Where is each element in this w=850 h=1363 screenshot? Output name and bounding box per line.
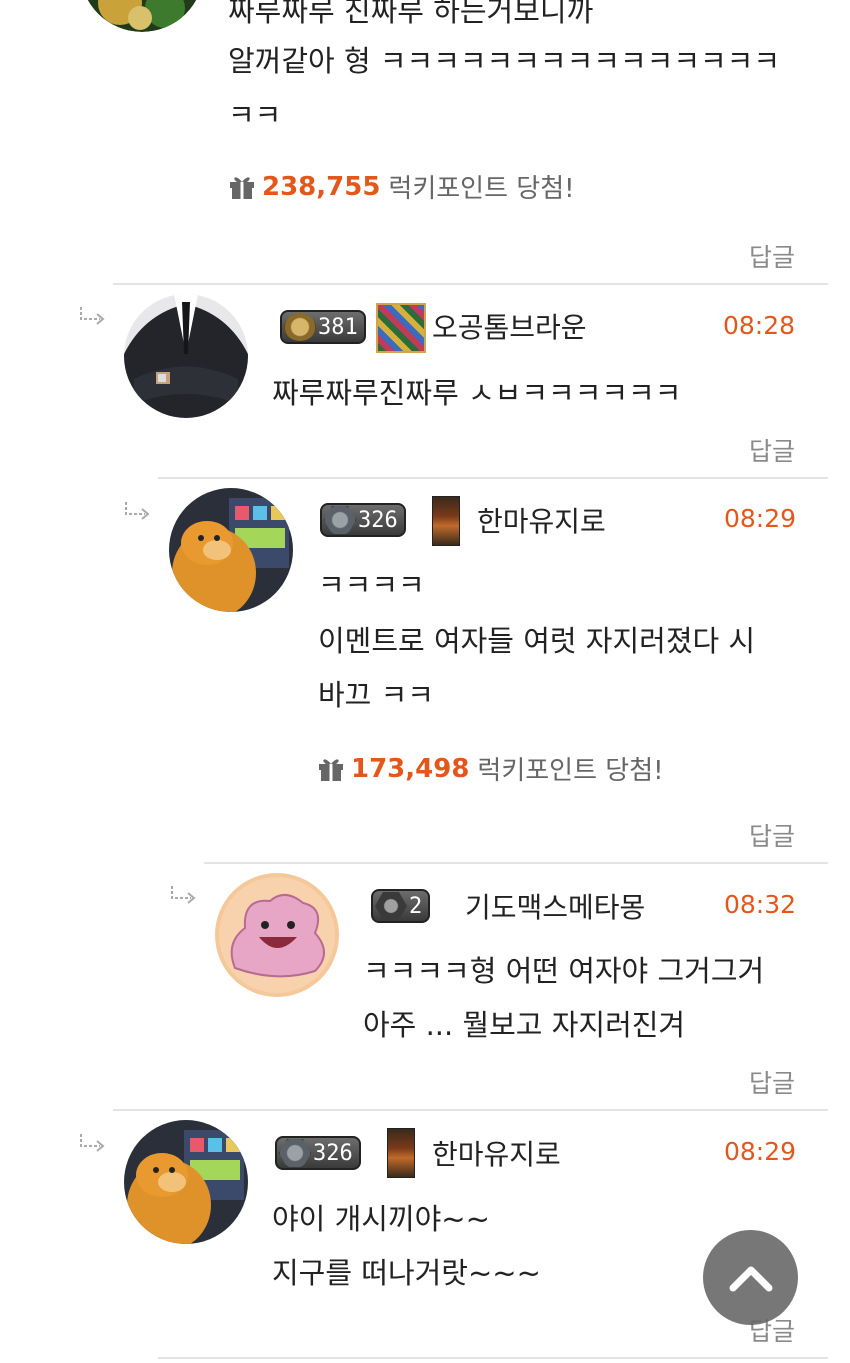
avatar[interactable]: [124, 1120, 248, 1244]
comment-text-line: 아주 ... 뭘보고 자지러진겨: [363, 1008, 686, 1042]
divider: [113, 283, 828, 285]
comment-text-line: 바끄 ㅋㅋ: [318, 678, 434, 712]
avatar[interactable]: [215, 873, 339, 997]
comment-text-line: 짜루짜루진짜루 ㅅㅂㅋㅋㅋㅋㅋㅋ: [272, 376, 682, 410]
avatar[interactable]: [124, 294, 248, 418]
reply-button[interactable]: 답글: [749, 817, 795, 853]
avatar[interactable]: [80, 0, 204, 32]
comment-text-line: ㅋㅋ: [228, 98, 282, 132]
username[interactable]: 한마유지로: [432, 1133, 561, 1173]
slot-machine-icon: [387, 1128, 415, 1178]
scroll-to-top-button[interactable]: [703, 1230, 798, 1325]
lucky-points-value: 173,498: [351, 753, 470, 784]
username[interactable]: 오공톰브라운: [432, 306, 587, 346]
medal-icon: [279, 1139, 311, 1167]
comment-text-line: 야이 개시끼야~~: [272, 1202, 490, 1236]
username[interactable]: 한마유지로: [477, 500, 606, 540]
timestamp: 08:28: [723, 311, 796, 340]
chevron-up-icon: [729, 1266, 772, 1291]
reply-arrow-icon: [78, 1132, 106, 1154]
timestamp: 08:32: [724, 890, 797, 919]
gift-icon: [319, 758, 343, 781]
comment-text-line: 지구를 떠나거랏~~~: [272, 1256, 541, 1290]
lucky-point-notice: 238,755 럭키포인트 당첨!: [228, 168, 575, 205]
reply-arrow-icon: [78, 305, 106, 327]
medal-icon: [324, 506, 356, 534]
level-badge: 381: [280, 310, 366, 344]
lucky-points-value: 238,755: [262, 171, 381, 202]
reply-button[interactable]: 답글: [749, 238, 795, 274]
lucky-point-notice: 173,498 럭키포인트 당첨!: [317, 750, 664, 787]
medal-icon: [375, 892, 407, 920]
reply-button[interactable]: 답글: [749, 432, 795, 468]
lucky-points-label: 럭키포인트 당첨!: [388, 174, 575, 204]
reply-button[interactable]: 답글: [749, 1064, 795, 1100]
divider: [158, 1357, 828, 1359]
timestamp: 08:29: [724, 504, 797, 533]
comment-text-line: 짜루짜루 진짜루 하는거보니까: [228, 0, 594, 28]
gift-icon: [230, 176, 254, 199]
reply-arrow-icon: [169, 884, 197, 906]
level-badge: 2: [371, 889, 431, 923]
divider: [158, 477, 828, 479]
medal-icon: [284, 313, 316, 341]
comment-text-line: ㅋㅋㅋㅋ: [318, 568, 425, 602]
comment-text-line: ㅋㅋㅋㅋ형 어떤 여자야 그거그거: [363, 954, 765, 988]
reply-arrow-icon: [123, 500, 151, 522]
timestamp: 08:29: [724, 1137, 797, 1166]
username[interactable]: 기도맥스메타몽: [465, 886, 645, 926]
level-badge: 326: [320, 503, 406, 537]
avatar[interactable]: [169, 488, 293, 612]
divider: [113, 1109, 828, 1111]
game-badge-icon: [376, 303, 426, 353]
slot-machine-icon: [432, 496, 460, 546]
lucky-points-label: 럭키포인트 당첨!: [477, 756, 664, 786]
divider: [204, 862, 828, 864]
comment-text-line: 이멘트로 여자들 여럿 자지러졌다 시: [318, 624, 756, 658]
comment-text-line: 알꺼같아 형 ㅋㅋㅋㅋㅋㅋㅋㅋㅋㅋㅋㅋㅋㅋㅋ: [228, 44, 781, 78]
level-badge: 326: [275, 1136, 361, 1170]
